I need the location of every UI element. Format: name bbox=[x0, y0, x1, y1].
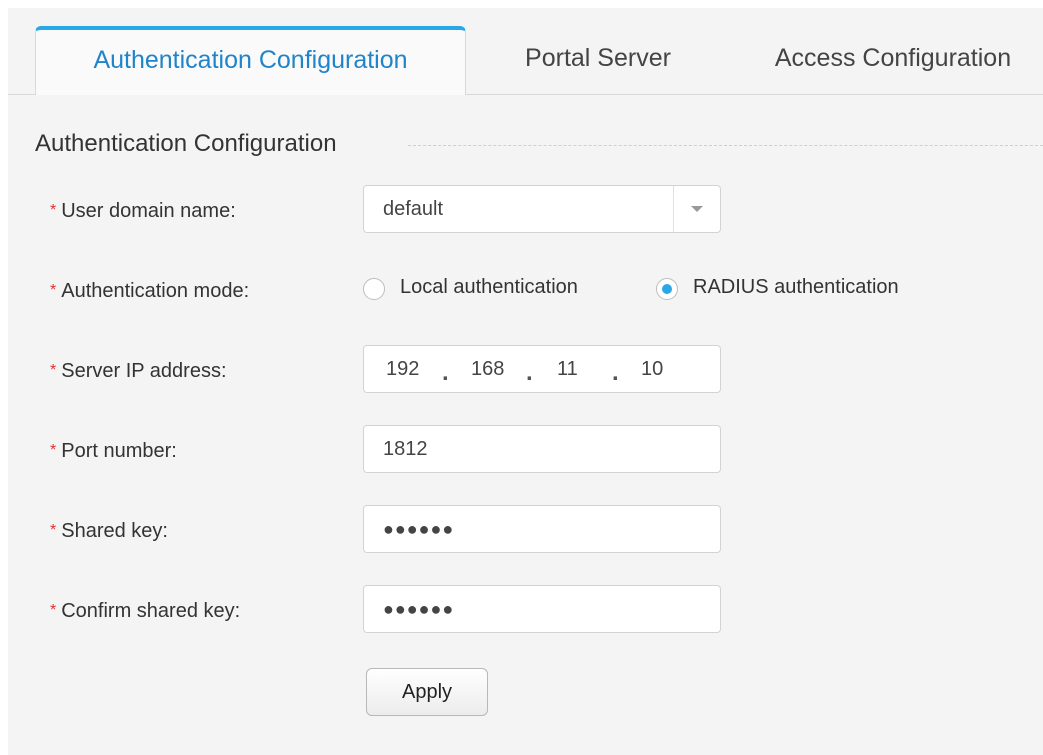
user-domain-label-text: User domain name: bbox=[61, 200, 236, 222]
ip-octet-1[interactable]: 192 bbox=[386, 346, 419, 392]
apply-button[interactable]: Apply bbox=[366, 668, 488, 716]
required-marker: * bbox=[50, 202, 57, 219]
ip-octet-4[interactable]: 10 bbox=[641, 346, 663, 392]
ip-separator: . bbox=[442, 359, 449, 386]
radius-authentication-label[interactable]: RADIUS authentication bbox=[693, 276, 899, 299]
user-domain-label: * User domain name: bbox=[50, 200, 236, 223]
confirm-key-label-text: Confirm shared key: bbox=[61, 600, 241, 622]
required-marker: * bbox=[50, 602, 57, 619]
ip-octet-3[interactable]: 11 bbox=[557, 346, 578, 392]
chevron-down-icon[interactable] bbox=[673, 186, 720, 232]
shared-key-label-text: Shared key: bbox=[61, 520, 168, 542]
port-input[interactable]: 1812 bbox=[363, 425, 721, 473]
radio-radius-authentication[interactable] bbox=[656, 278, 678, 300]
server-ip-input[interactable]: 192 . 168 . 11 . 10 bbox=[363, 345, 721, 393]
ip-separator: . bbox=[526, 359, 533, 386]
port-label-text: Port number: bbox=[61, 440, 177, 462]
section-title: Authentication Configuration bbox=[35, 130, 355, 158]
port-value: 1812 bbox=[383, 438, 428, 460]
user-domain-select[interactable]: default bbox=[363, 185, 721, 233]
config-panel: Authentication Configuration Portal Serv… bbox=[8, 8, 1043, 755]
auth-mode-label: * Authentication mode: bbox=[50, 280, 249, 303]
confirm-key-input[interactable]: ●●●●●● bbox=[363, 585, 721, 633]
server-ip-label: * Server IP address: bbox=[50, 360, 227, 383]
tab-portal-server[interactable]: Portal Server bbox=[478, 26, 718, 94]
user-domain-value: default bbox=[383, 198, 444, 220]
section-divider bbox=[408, 145, 1043, 146]
required-marker: * bbox=[50, 442, 57, 459]
required-marker: * bbox=[50, 522, 57, 539]
confirm-key-label: * Confirm shared key: bbox=[50, 600, 240, 623]
shared-key-input[interactable]: ●●●●●● bbox=[363, 505, 721, 553]
shared-key-masked-value: ●●●●●● bbox=[383, 519, 455, 539]
tab-authentication-configuration[interactable]: Authentication Configuration bbox=[35, 26, 466, 95]
ip-separator: . bbox=[612, 359, 619, 386]
tab-bar: Authentication Configuration Portal Serv… bbox=[8, 26, 1043, 95]
shared-key-label: * Shared key: bbox=[50, 520, 168, 543]
required-marker: * bbox=[50, 362, 57, 379]
confirm-key-masked-value: ●●●●●● bbox=[383, 599, 455, 619]
required-marker: * bbox=[50, 282, 57, 299]
local-authentication-label[interactable]: Local authentication bbox=[400, 276, 578, 299]
tab-access-configuration[interactable]: Access Configuration bbox=[748, 26, 1038, 94]
port-label: * Port number: bbox=[50, 440, 177, 463]
radio-local-authentication[interactable] bbox=[363, 278, 385, 300]
auth-mode-label-text: Authentication mode: bbox=[61, 280, 250, 302]
ip-octet-2[interactable]: 168 bbox=[471, 346, 504, 392]
server-ip-label-text: Server IP address: bbox=[61, 360, 227, 382]
